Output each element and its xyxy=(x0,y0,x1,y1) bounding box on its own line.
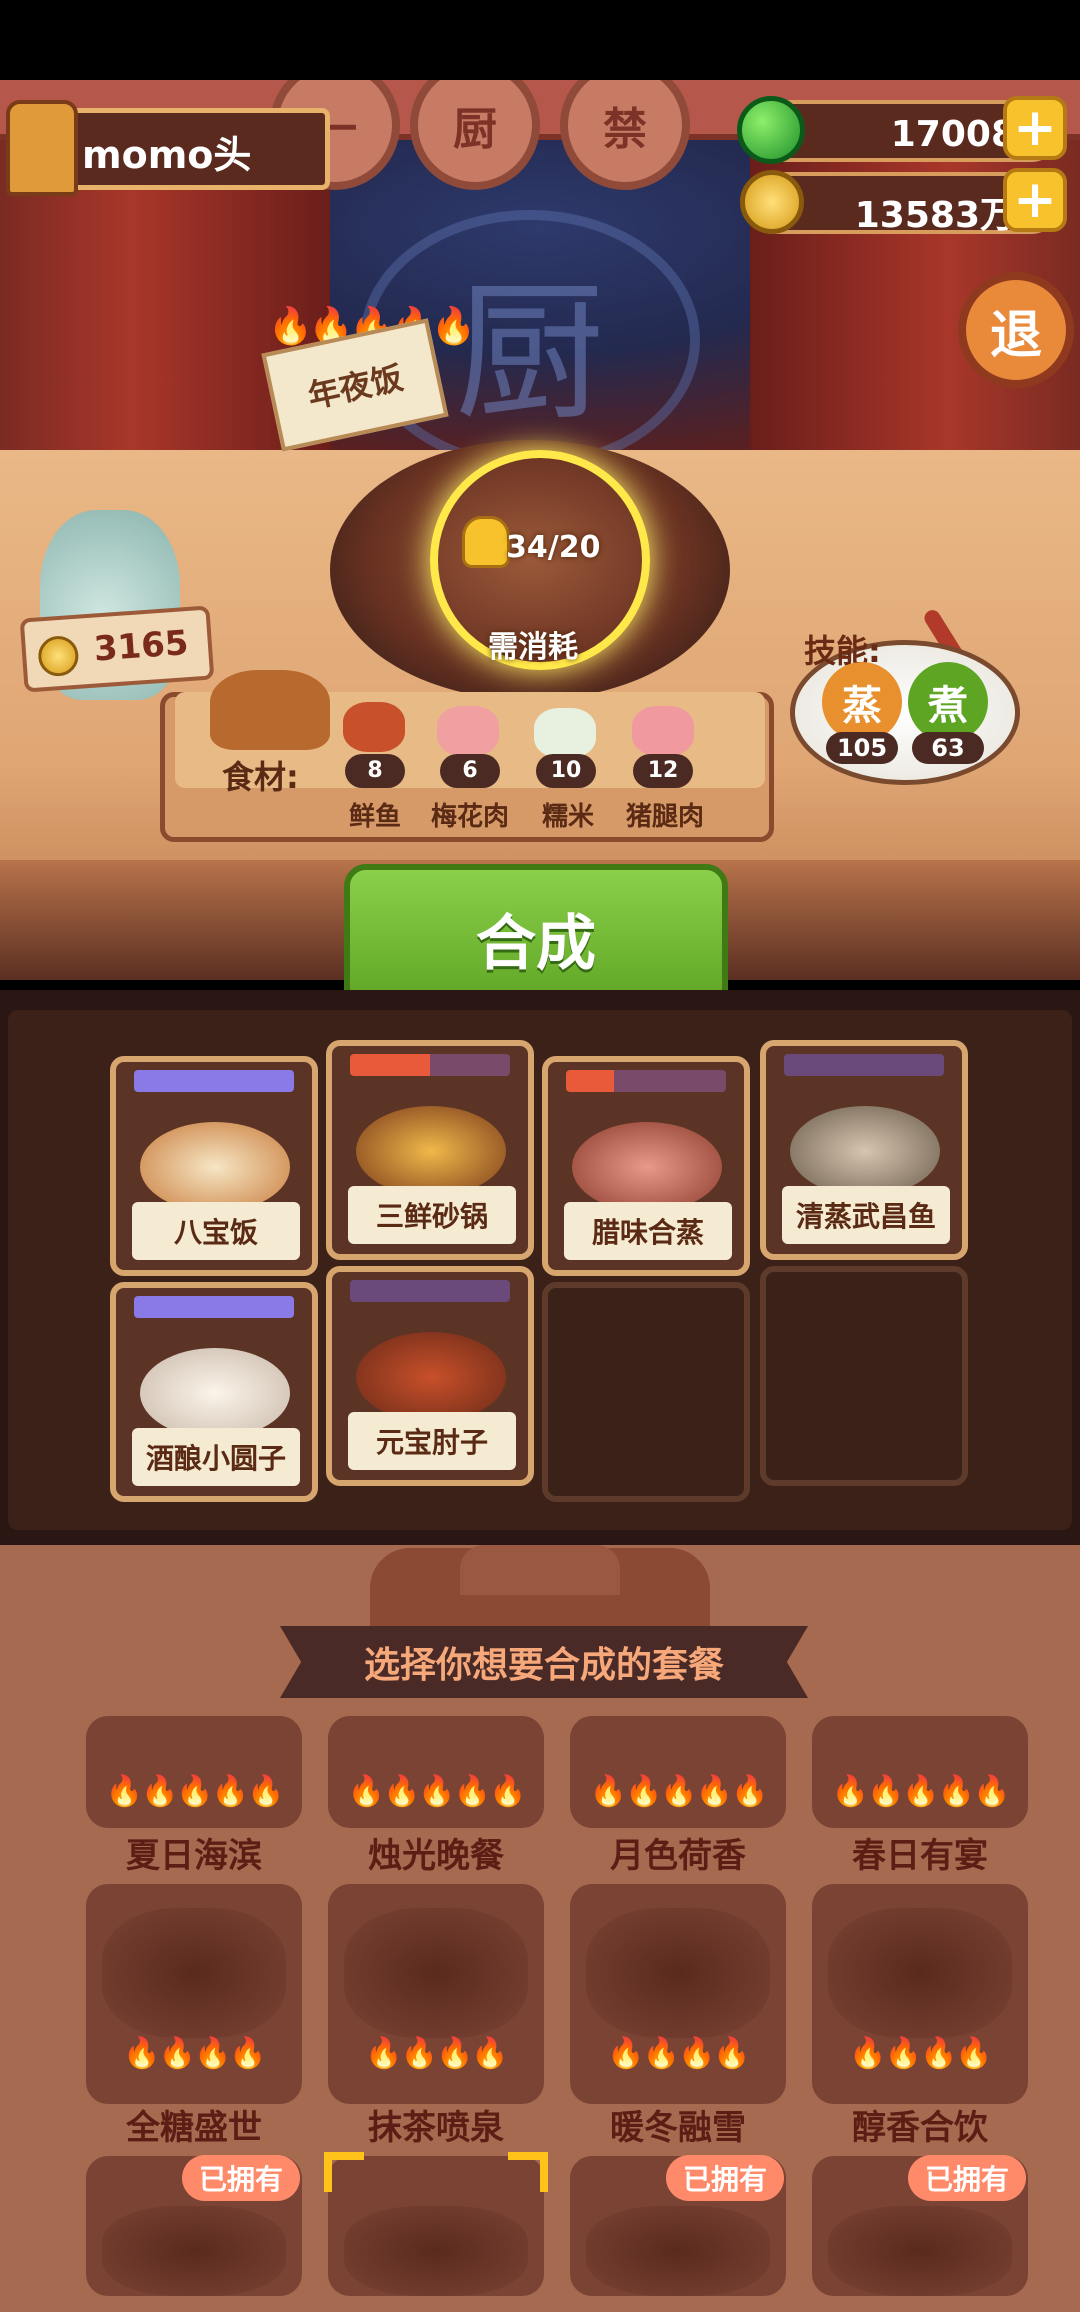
dish-label: 八宝饭 xyxy=(132,1202,300,1260)
skill-steam-badge[interactable]: 蒸 xyxy=(822,662,902,742)
set-card[interactable]: 🔥🔥🔥🔥🔥 xyxy=(570,1716,786,1828)
dish-label: 清蒸武昌鱼 xyxy=(782,1186,950,1244)
selection-corner xyxy=(324,2152,364,2192)
rarity-bar xyxy=(350,1054,510,1076)
rarity-bar xyxy=(350,1280,510,1302)
dish-slot[interactable]: 元宝肘子 xyxy=(326,1266,534,1486)
dish-label: 酒酿小圆子 xyxy=(132,1428,300,1486)
select-set-title: 选择你想要合成的套餐 xyxy=(280,1626,808,1698)
dish-slot[interactable]: 三鲜砂锅 xyxy=(326,1040,534,1260)
dish-label: 腊味合蒸 xyxy=(564,1202,732,1260)
steamed-fish-icon xyxy=(790,1106,940,1196)
pork-leg-icon xyxy=(632,706,694,756)
set-name: 月色荷香 xyxy=(610,1836,746,1876)
coin-tag-value: 3165 xyxy=(92,623,190,670)
add-gems-button[interactable]: + xyxy=(1003,96,1067,160)
set-art-icon xyxy=(102,2206,286,2296)
dish-label: 元宝肘子 xyxy=(348,1412,516,1470)
spice-jar-icon xyxy=(210,670,330,750)
set-card[interactable]: 🔥🔥🔥🔥 xyxy=(328,1884,544,2104)
fish-icon xyxy=(343,702,405,752)
player-name: momo头 xyxy=(82,133,252,177)
set-name: 烛光晚餐 xyxy=(368,1836,504,1876)
skill-level: 63 xyxy=(912,732,984,764)
dish-slot[interactable]: 清蒸武昌鱼 xyxy=(760,1040,968,1260)
exit-button[interactable]: 退 xyxy=(958,272,1074,388)
status-bar xyxy=(0,0,1080,80)
coin-icon xyxy=(37,634,80,678)
set-art-icon xyxy=(828,1908,1012,2038)
set-name: 抹茶喷泉 xyxy=(368,2108,504,2148)
dish-slot[interactable]: 八宝饭 xyxy=(110,1056,318,1276)
set-art-icon xyxy=(344,2206,528,2296)
ingredient-name: 猪腿肉 xyxy=(625,802,704,832)
set-art-icon xyxy=(102,1908,286,2038)
set-card[interactable]: 🔥🔥🔥🔥🔥 xyxy=(328,1716,544,1828)
rice-icon xyxy=(534,708,596,758)
set-card[interactable]: 🔥🔥🔥🔥 xyxy=(86,1884,302,2104)
dish-slot[interactable]: 酒酿小圆子 xyxy=(110,1282,318,1502)
ingredient-count: 12 xyxy=(633,754,693,788)
set-card[interactable]: 🔥🔥🔥🔥 xyxy=(812,1884,1028,2104)
flame-rating-icon: 🔥🔥🔥🔥🔥 xyxy=(831,1774,1011,1809)
avatar[interactable] xyxy=(6,100,78,196)
ingredients-label: 食材: xyxy=(222,758,299,796)
seafood-casserole-icon xyxy=(356,1106,506,1196)
ingredient-name: 梅花肉 xyxy=(430,802,509,832)
coin-value: 13583万 xyxy=(854,195,1016,236)
ingot-icon xyxy=(462,516,510,568)
consume-label: 需消耗 xyxy=(488,630,578,665)
rice-ball-soup-icon xyxy=(140,1348,290,1438)
flame-rating-icon: 🔥🔥🔥🔥 xyxy=(365,2036,508,2071)
owned-badge: 已拥有 xyxy=(908,2155,1026,2201)
set-card[interactable]: 🔥🔥🔥🔥 xyxy=(570,1884,786,2104)
eight-treasure-rice-icon xyxy=(140,1122,290,1212)
empty-dish-slot[interactable] xyxy=(542,1282,750,1502)
add-coins-button[interactable]: + xyxy=(1003,168,1067,232)
set-art-icon xyxy=(344,1908,528,2038)
flame-rating-icon: 🔥🔥🔥🔥🔥 xyxy=(347,1774,527,1809)
set-name: 暖冬融雪 xyxy=(610,2108,746,2148)
set-name: 夏日海滨 xyxy=(126,1836,262,1876)
ingredient-count: 6 xyxy=(440,754,500,788)
ingredient-name: 糯米 xyxy=(541,802,594,832)
set-name: 全糖盛世 xyxy=(126,2108,262,2148)
rarity-bar xyxy=(134,1070,294,1092)
panel-handle-top xyxy=(460,1545,620,1595)
coin-icon xyxy=(740,170,804,234)
set-card[interactable]: 🔥🔥🔥🔥🔥 xyxy=(86,1716,302,1828)
owned-badge: 已拥有 xyxy=(182,2155,300,2201)
set-art-icon xyxy=(586,2206,770,2296)
flame-rating-icon: 🔥🔥🔥🔥 xyxy=(123,2036,266,2071)
gem-icon xyxy=(737,96,805,164)
set-name: 醇香合饮 xyxy=(852,2108,988,2148)
set-name: 春日有宴 xyxy=(852,1836,988,1876)
flame-rating-icon: 🔥🔥🔥🔥🔥 xyxy=(589,1774,769,1809)
set-art-icon xyxy=(586,1908,770,2038)
ingredient-count: 10 xyxy=(536,754,596,788)
flame-rating-icon: 🔥🔥🔥🔥 xyxy=(607,2036,750,2071)
rarity-bar xyxy=(566,1070,726,1092)
empty-dish-slot[interactable] xyxy=(760,1266,968,1486)
flame-rating-icon: 🔥🔥🔥🔥 xyxy=(849,2036,992,2071)
braised-pork-knuckle-icon xyxy=(356,1332,506,1422)
coin-tag[interactable]: 3165 xyxy=(19,605,215,693)
selection-corner xyxy=(508,2152,548,2192)
set-art-icon xyxy=(828,2206,1012,2296)
ingredient-name: 鲜鱼 xyxy=(348,802,401,832)
dish-label: 三鲜砂锅 xyxy=(348,1186,516,1244)
skill-boil-badge[interactable]: 煮 xyxy=(908,662,988,742)
dish-slot[interactable]: 腊味合蒸 xyxy=(542,1056,750,1276)
owned-badge: 已拥有 xyxy=(666,2155,784,2201)
steamed-cured-meat-icon xyxy=(572,1122,722,1212)
skill-level: 105 xyxy=(826,732,898,764)
flame-rating-icon: 🔥🔥🔥🔥🔥 xyxy=(105,1774,285,1809)
ingredient-count: 8 xyxy=(345,754,405,788)
cost-progress: 34/20 xyxy=(506,530,601,565)
pork-icon xyxy=(437,706,499,756)
rarity-bar xyxy=(134,1296,294,1318)
rarity-bar xyxy=(784,1054,944,1076)
set-card[interactable]: 🔥🔥🔥🔥🔥 xyxy=(812,1716,1028,1828)
